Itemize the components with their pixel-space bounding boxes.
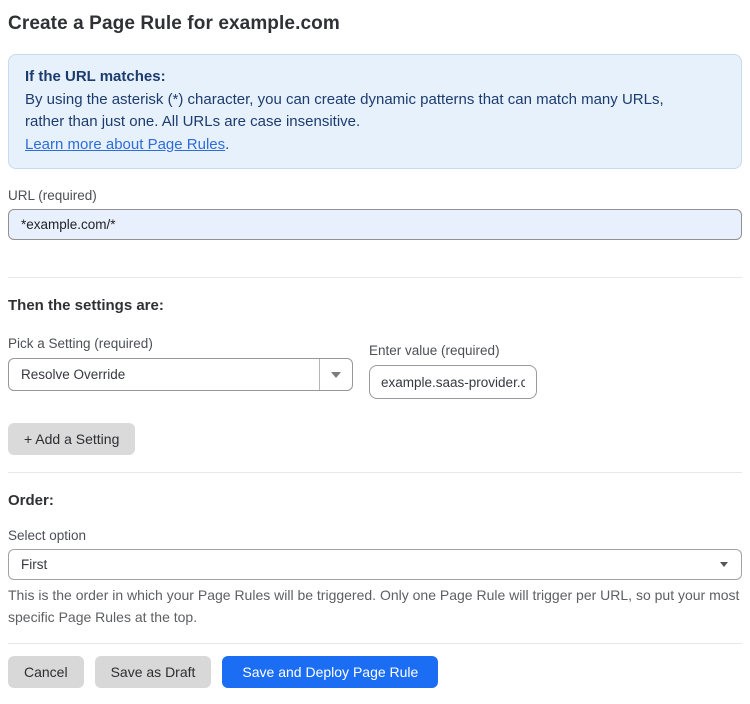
save-as-draft-button[interactable]: Save as Draft [94,656,212,688]
setting-value-column: Enter value (required) [369,343,537,399]
value-field-label: Enter value (required) [369,343,500,358]
url-field-label: URL (required) [8,188,97,203]
page-rule-form: Create a Page Rule for example.com If th… [0,13,750,688]
cancel-button[interactable]: Cancel [8,656,84,688]
setting-select-value: Resolve Override [21,367,126,382]
order-select-value: First [21,557,48,572]
divider [8,643,742,644]
setting-select-arrow-button[interactable] [319,359,352,390]
learn-more-link[interactable]: Learn more about Page Rules [25,136,225,153]
footer-actions: Cancel Save as Draft Save and Deploy Pag… [8,656,742,688]
info-box-body: By using the asterisk (*) character, you… [25,90,664,131]
link-period: . [225,135,230,153]
page-title: Create a Page Rule for example.com [8,13,340,34]
order-select-label: Select option [8,528,87,543]
order-description: This is the order in which your Page Rul… [8,587,740,625]
url-input[interactable] [8,209,742,240]
order-select-arrow [707,562,741,567]
info-box-heading: If the URL matches: [25,68,166,85]
divider [8,277,742,278]
chevron-down-icon [331,371,341,378]
add-setting-button[interactable]: + Add a Setting [8,423,136,455]
setting-select-label: Pick a Setting (required) [8,336,153,351]
save-and-deploy-button[interactable]: Save and Deploy Page Rule [222,656,439,688]
url-match-info-box: If the URL matches: By using the asteris… [8,54,742,169]
order-section-heading: Order: [8,492,54,509]
setting-select[interactable]: Resolve Override [8,358,353,391]
divider [8,472,742,473]
settings-section-heading: Then the settings are: [8,297,164,314]
setting-value-input[interactable] [369,365,537,399]
settings-row: Pick a Setting (required) Resolve Overri… [8,336,742,399]
chevron-down-icon [720,562,728,567]
order-select[interactable]: First [8,549,742,580]
setting-select-column: Pick a Setting (required) Resolve Overri… [8,336,353,391]
info-box-link-line: Learn more about Page Rules. [25,134,725,157]
